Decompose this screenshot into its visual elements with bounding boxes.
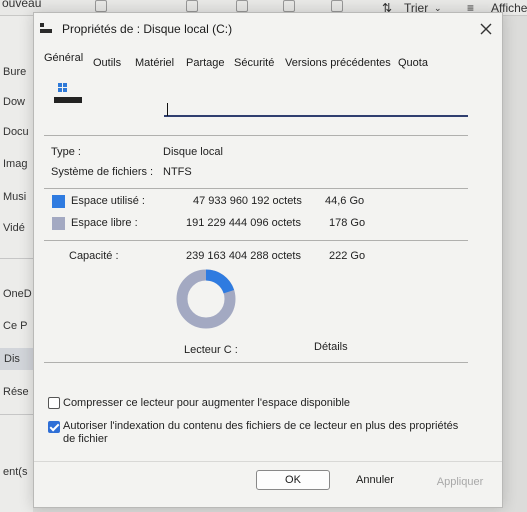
- hard-drive-icon: [54, 83, 88, 111]
- tab-tools[interactable]: Outils: [93, 57, 121, 69]
- explorer-sidebar: Bure Dow Docu Imag Musi Vidé OneD Ce P D…: [0, 16, 33, 512]
- tab-quota[interactable]: Quota: [398, 57, 428, 69]
- type-label: Type :: [51, 146, 81, 158]
- tab-previous-versions[interactable]: Versions précédentes: [285, 57, 391, 69]
- capacity-bytes: 239 163 404 288 octets: [186, 250, 301, 262]
- sidebar-item-documents[interactable]: Docu: [3, 126, 33, 138]
- used-space-label: Espace utilisé :: [71, 195, 145, 207]
- cancel-button[interactable]: Annuler: [348, 470, 402, 490]
- tab-security[interactable]: Sécurité: [234, 57, 274, 69]
- status-item-count: ent(s: [3, 466, 28, 478]
- divider: [44, 362, 468, 363]
- sidebar-item-music[interactable]: Musi: [3, 191, 33, 203]
- sidebar-item-disk[interactable]: Dis: [0, 348, 33, 370]
- text-caret: [167, 103, 168, 116]
- title-bar[interactable]: Propriétés de : Disque local (C:): [34, 13, 502, 45]
- sidebar-divider: [0, 258, 33, 259]
- copy-icon[interactable]: [186, 0, 198, 12]
- dialog-title: Propriétés de : Disque local (C:): [62, 22, 233, 36]
- sidebar-item-desktop[interactable]: Bure: [3, 66, 33, 78]
- disk-usage-donut: [176, 269, 236, 329]
- delete-icon[interactable]: [331, 0, 343, 12]
- divider: [44, 240, 468, 241]
- properties-dialog: Propriétés de : Disque local (C:) Généra…: [33, 12, 503, 508]
- drive-name-input[interactable]: [164, 101, 468, 117]
- indexing-checkbox[interactable]: [48, 421, 60, 433]
- drive-letter-label: Lecteur C :: [184, 344, 238, 356]
- footer-divider: [34, 461, 502, 462]
- details-button[interactable]: Détails: [314, 341, 348, 353]
- tab-sharing[interactable]: Partage: [186, 57, 225, 69]
- compress-label: Compresser ce lecteur pour augmenter l'e…: [63, 397, 351, 409]
- capacity-size: 222 Go: [329, 250, 366, 262]
- tab-hardware[interactable]: Matériel: [135, 57, 174, 69]
- close-icon[interactable]: [478, 21, 494, 37]
- free-space-size: 178 Go: [329, 217, 366, 229]
- used-space-bytes: 47 933 960 192 octets: [193, 195, 302, 207]
- sidebar-item-network[interactable]: Rése: [3, 386, 33, 398]
- rename-icon[interactable]: [236, 0, 248, 12]
- ok-button[interactable]: OK: [256, 470, 330, 490]
- indexing-label: Autoriser l'indexation du contenu des fi…: [63, 420, 459, 445]
- filesystem-label: Système de fichiers :: [51, 166, 154, 178]
- capacity-label: Capacité :: [69, 250, 119, 262]
- share-icon[interactable]: [283, 0, 295, 12]
- sidebar-item-videos[interactable]: Vidé: [3, 222, 33, 234]
- used-space-size: 44,6 Go: [325, 195, 365, 207]
- used-space-swatch: [52, 195, 65, 208]
- sidebar-item-this-pc[interactable]: Ce P: [3, 320, 33, 332]
- apply-button[interactable]: Appliquer: [427, 472, 493, 492]
- divider: [44, 188, 468, 189]
- drive-icon: [40, 23, 52, 33]
- filesystem-value: NTFS: [163, 166, 192, 178]
- cut-icon[interactable]: [95, 0, 107, 12]
- sidebar-divider: [0, 414, 33, 415]
- general-panel: Type : Disque local Système de fichiers …: [40, 75, 496, 463]
- type-value: Disque local: [163, 146, 223, 158]
- free-space-bytes: 191 229 444 096 octets: [186, 217, 301, 229]
- new-button[interactable]: ouveau: [2, 0, 41, 10]
- free-space-label: Espace libre :: [71, 217, 138, 229]
- free-space-swatch: [52, 217, 65, 230]
- divider: [44, 135, 468, 136]
- sidebar-item-onedrive[interactable]: OneD: [3, 288, 33, 300]
- sidebar-item-downloads[interactable]: Dow: [3, 96, 33, 108]
- tab-general[interactable]: Général: [44, 52, 83, 64]
- sidebar-item-pictures[interactable]: Imag: [3, 158, 33, 170]
- compress-checkbox[interactable]: [48, 397, 60, 409]
